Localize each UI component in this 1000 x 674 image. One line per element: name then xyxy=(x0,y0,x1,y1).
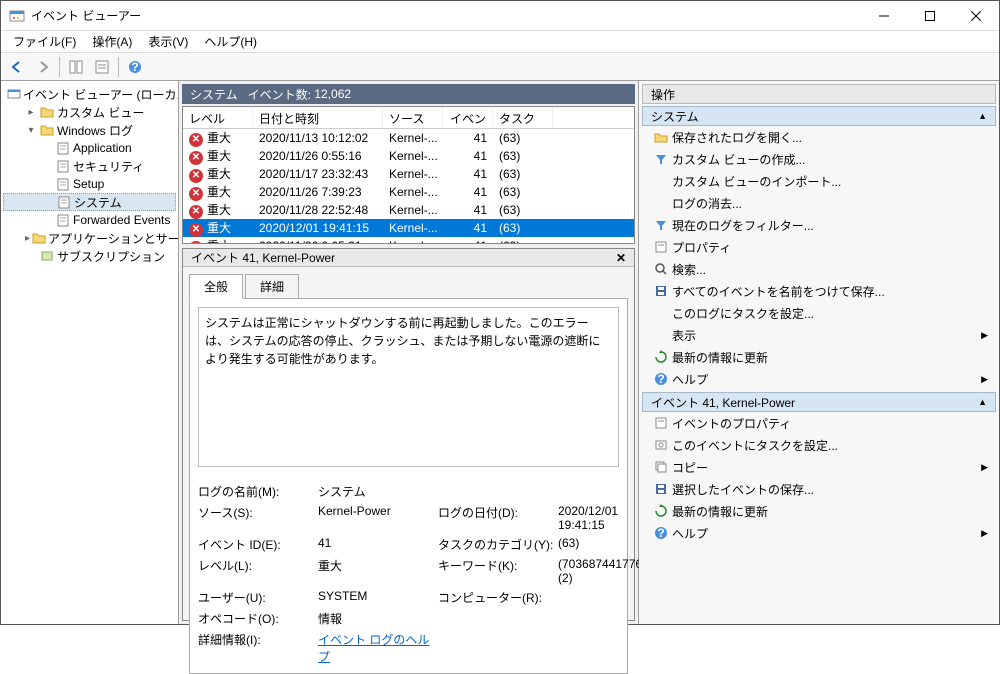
action-refresh[interactable]: 最新の情報に更新 xyxy=(642,346,996,368)
event-properties: ログの名前(M):システム ソース(S):Kernel-Power ログの日付(… xyxy=(198,483,619,665)
tree-item-システム[interactable]: システム xyxy=(3,193,176,211)
action-item[interactable]: コピー▶ xyxy=(642,456,996,478)
center-pane: システム イベント数: 12,062 レベル 日付と時刻 ソース イベント ..… xyxy=(179,81,639,624)
action-help[interactable]: ?ヘルプ▶ xyxy=(642,368,996,390)
table-row[interactable]: ✕重大2020/11/28 22:52:48Kernel-...41(63) xyxy=(183,201,634,219)
menu-view[interactable]: 表示(V) xyxy=(142,31,194,52)
critical-icon: ✕ xyxy=(189,133,203,147)
col-task[interactable]: タスクの... xyxy=(493,107,553,128)
table-row[interactable]: ✕重大2020/11/17 23:32:43Kernel-...41(63) xyxy=(183,165,634,183)
action-item[interactable]: すべてのイベントを名前をつけて保存... xyxy=(642,280,996,302)
app-icon xyxy=(9,8,25,24)
tree-root[interactable]: イベント ビューアー (ローカル) xyxy=(3,85,176,103)
actions-title: 操作 xyxy=(642,84,996,104)
critical-icon: ✕ xyxy=(189,169,203,183)
tree-item-forwarded events[interactable]: Forwarded Events xyxy=(3,211,176,229)
menu-help[interactable]: ヘルプ(H) xyxy=(198,31,263,52)
action-item[interactable]: 最新の情報に更新 xyxy=(642,500,996,522)
action-item[interactable]: 選択したイベントの保存... xyxy=(642,478,996,500)
action-item[interactable]: カスタム ビューのインポート... xyxy=(642,170,996,192)
event-log-help-link[interactable]: イベント ログのヘルプ xyxy=(318,633,429,664)
action-item[interactable]: このログにタスクを設定... xyxy=(642,302,996,324)
action-item[interactable]: このイベントにタスクを設定... xyxy=(642,434,996,456)
minimize-button[interactable] xyxy=(861,1,907,31)
action-item[interactable]: カスタム ビューの作成... xyxy=(642,148,996,170)
tab-general[interactable]: 全般 xyxy=(189,274,243,299)
action-item[interactable]: プロパティ xyxy=(642,236,996,258)
action-item[interactable]: 検索... xyxy=(642,258,996,280)
svg-text:?: ? xyxy=(657,526,664,540)
tree-item-application[interactable]: Application xyxy=(3,139,176,157)
window-title: イベント ビューアー xyxy=(31,7,861,24)
console-tree-button[interactable] xyxy=(64,55,88,79)
titlebar: イベント ビューアー xyxy=(1,1,999,31)
menu-action[interactable]: 操作(A) xyxy=(86,31,138,52)
critical-icon: ✕ xyxy=(189,151,203,165)
menubar: ファイル(F) 操作(A) 表示(V) ヘルプ(H) xyxy=(1,31,999,53)
table-row[interactable]: ✕重大2020/11/13 10:12:02Kernel-...41(63) xyxy=(183,129,634,147)
detail-pane: イベント 41, Kernel-Power ✕ 全般 詳細 システムは正常にシャ… xyxy=(182,248,635,621)
svg-text:?: ? xyxy=(131,60,138,74)
detail-header: イベント 41, Kernel-Power ✕ xyxy=(183,249,634,267)
tree-app-services[interactable]: ▸アプリケーションとサービス ログ xyxy=(3,229,176,247)
table-row[interactable]: ✕重大2020/11/26 0:55:16Kernel-...41(63) xyxy=(183,147,634,165)
action-item[interactable]: イベントのプロパティ xyxy=(642,412,996,434)
action-item[interactable]: ログの消去... xyxy=(642,192,996,214)
properties-button[interactable] xyxy=(90,55,114,79)
menu-file[interactable]: ファイル(F) xyxy=(7,31,82,52)
svg-text:?: ? xyxy=(657,372,664,386)
critical-icon: ✕ xyxy=(189,223,203,237)
actions-section-system[interactable]: システム▲ xyxy=(642,106,996,126)
col-date[interactable]: 日付と時刻 xyxy=(253,107,383,128)
action-view[interactable]: 表示▶ xyxy=(642,324,996,346)
tree-pane: イベント ビューアー (ローカル) ▸カスタム ビュー ▾Windows ログ … xyxy=(1,81,179,624)
tab-details[interactable]: 詳細 xyxy=(245,274,299,299)
action-item[interactable]: ?ヘルプ▶ xyxy=(642,522,996,544)
table-row[interactable]: ✕重大2020/11/26 7:39:23Kernel-...41(63) xyxy=(183,183,634,201)
tree-windows-logs[interactable]: ▾Windows ログ xyxy=(3,121,176,139)
forward-button[interactable] xyxy=(31,55,55,79)
critical-icon: ✕ xyxy=(189,205,203,219)
separator xyxy=(59,57,60,77)
action-item[interactable]: 保存されたログを開く... xyxy=(642,126,996,148)
tree-subscriptions[interactable]: サブスクリプション xyxy=(3,247,176,265)
detail-close-icon[interactable]: ✕ xyxy=(616,251,626,265)
maximize-button[interactable] xyxy=(907,1,953,31)
separator xyxy=(118,57,119,77)
list-header: システム イベント数: 12,062 xyxy=(182,84,635,104)
col-id[interactable]: イベント ... xyxy=(443,107,493,128)
col-level[interactable]: レベル xyxy=(183,107,253,128)
actions-pane: 操作 システム▲ 保存されたログを開く...カスタム ビューの作成...カスタム… xyxy=(639,81,999,624)
help-button[interactable]: ? xyxy=(123,55,147,79)
critical-icon: ✕ xyxy=(189,187,203,201)
tree-custom-views[interactable]: ▸カスタム ビュー xyxy=(3,103,176,121)
tree-item-セキュリティ[interactable]: セキュリティ xyxy=(3,157,176,175)
event-list: レベル 日付と時刻 ソース イベント ... タスクの... ✕重大2020/1… xyxy=(182,106,635,244)
actions-section-event[interactable]: イベント 41, Kernel-Power▲ xyxy=(642,392,996,412)
critical-icon: ✕ xyxy=(189,241,203,243)
table-row[interactable]: ✕重大2020/12/01 19:41:15Kernel-...41(63) xyxy=(183,219,634,237)
toolbar: ? xyxy=(1,53,999,81)
tree-item-setup[interactable]: Setup xyxy=(3,175,176,193)
column-headers: レベル 日付と時刻 ソース イベント ... タスクの... xyxy=(183,107,634,129)
back-button[interactable] xyxy=(5,55,29,79)
table-row[interactable]: ✕重大2020/11/26 0:05:31Kernel-...41(63) xyxy=(183,237,634,243)
close-button[interactable] xyxy=(953,1,999,31)
action-item[interactable]: 現在のログをフィルター... xyxy=(642,214,996,236)
event-message: システムは正常にシャットダウンする前に再起動しました。このエラーは、システムの応… xyxy=(198,307,619,467)
col-source[interactable]: ソース xyxy=(383,107,443,128)
